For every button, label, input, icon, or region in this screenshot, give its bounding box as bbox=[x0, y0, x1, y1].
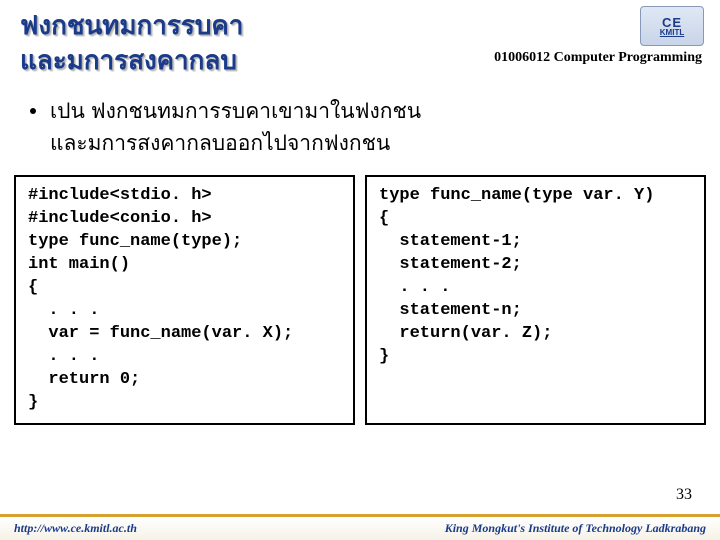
page-number: 33 bbox=[676, 486, 692, 504]
bullet-dot-icon bbox=[30, 108, 36, 114]
bullet-list: เปน ฟงกชนทมการรบคาเขามาในฟงกชน และมการสง… bbox=[0, 78, 720, 171]
footer: http://www.ce.kmitl.ac.th King Mongkut's… bbox=[0, 514, 720, 540]
code-box-right: type func_name(type var. Y) { statement-… bbox=[365, 175, 706, 424]
bullet-item: เปน ฟงกชนทมการรบคาเขามาในฟงกชน และมการสง… bbox=[30, 96, 690, 159]
title-line-1: ฟงกชนทมการรบคา bbox=[20, 8, 700, 43]
slide-title: ฟงกชนทมการรบคา และมการสงคากลบ bbox=[0, 0, 720, 78]
bullet-text: เปน ฟงกชนทมการรบคาเขามาในฟงกชน และมการสง… bbox=[50, 96, 690, 159]
institution-logo: CE KMITL bbox=[640, 6, 704, 46]
footer-institution: King Mongkut's Institute of Technology L… bbox=[445, 521, 706, 536]
logo-bottom-text: KMITL bbox=[660, 29, 684, 37]
slide: CE KMITL ฟงกชนทมการรบคา และมการสงคากลบ 0… bbox=[0, 0, 720, 540]
footer-url: http://www.ce.kmitl.ac.th bbox=[14, 521, 137, 536]
code-box-left: #include<stdio. h> #include<conio. h> ty… bbox=[14, 175, 355, 424]
bullet-line-2: และมการสงคากลบออกไปจากฟงกชน bbox=[50, 132, 390, 155]
code-row: #include<stdio. h> #include<conio. h> ty… bbox=[0, 171, 720, 424]
logo-top-text: CE bbox=[662, 16, 682, 29]
course-code: 01006012 Computer Programming bbox=[494, 50, 702, 66]
bullet-line-1: เปน ฟงกชนทมการรบคาเขามาในฟงกชน bbox=[50, 100, 421, 123]
